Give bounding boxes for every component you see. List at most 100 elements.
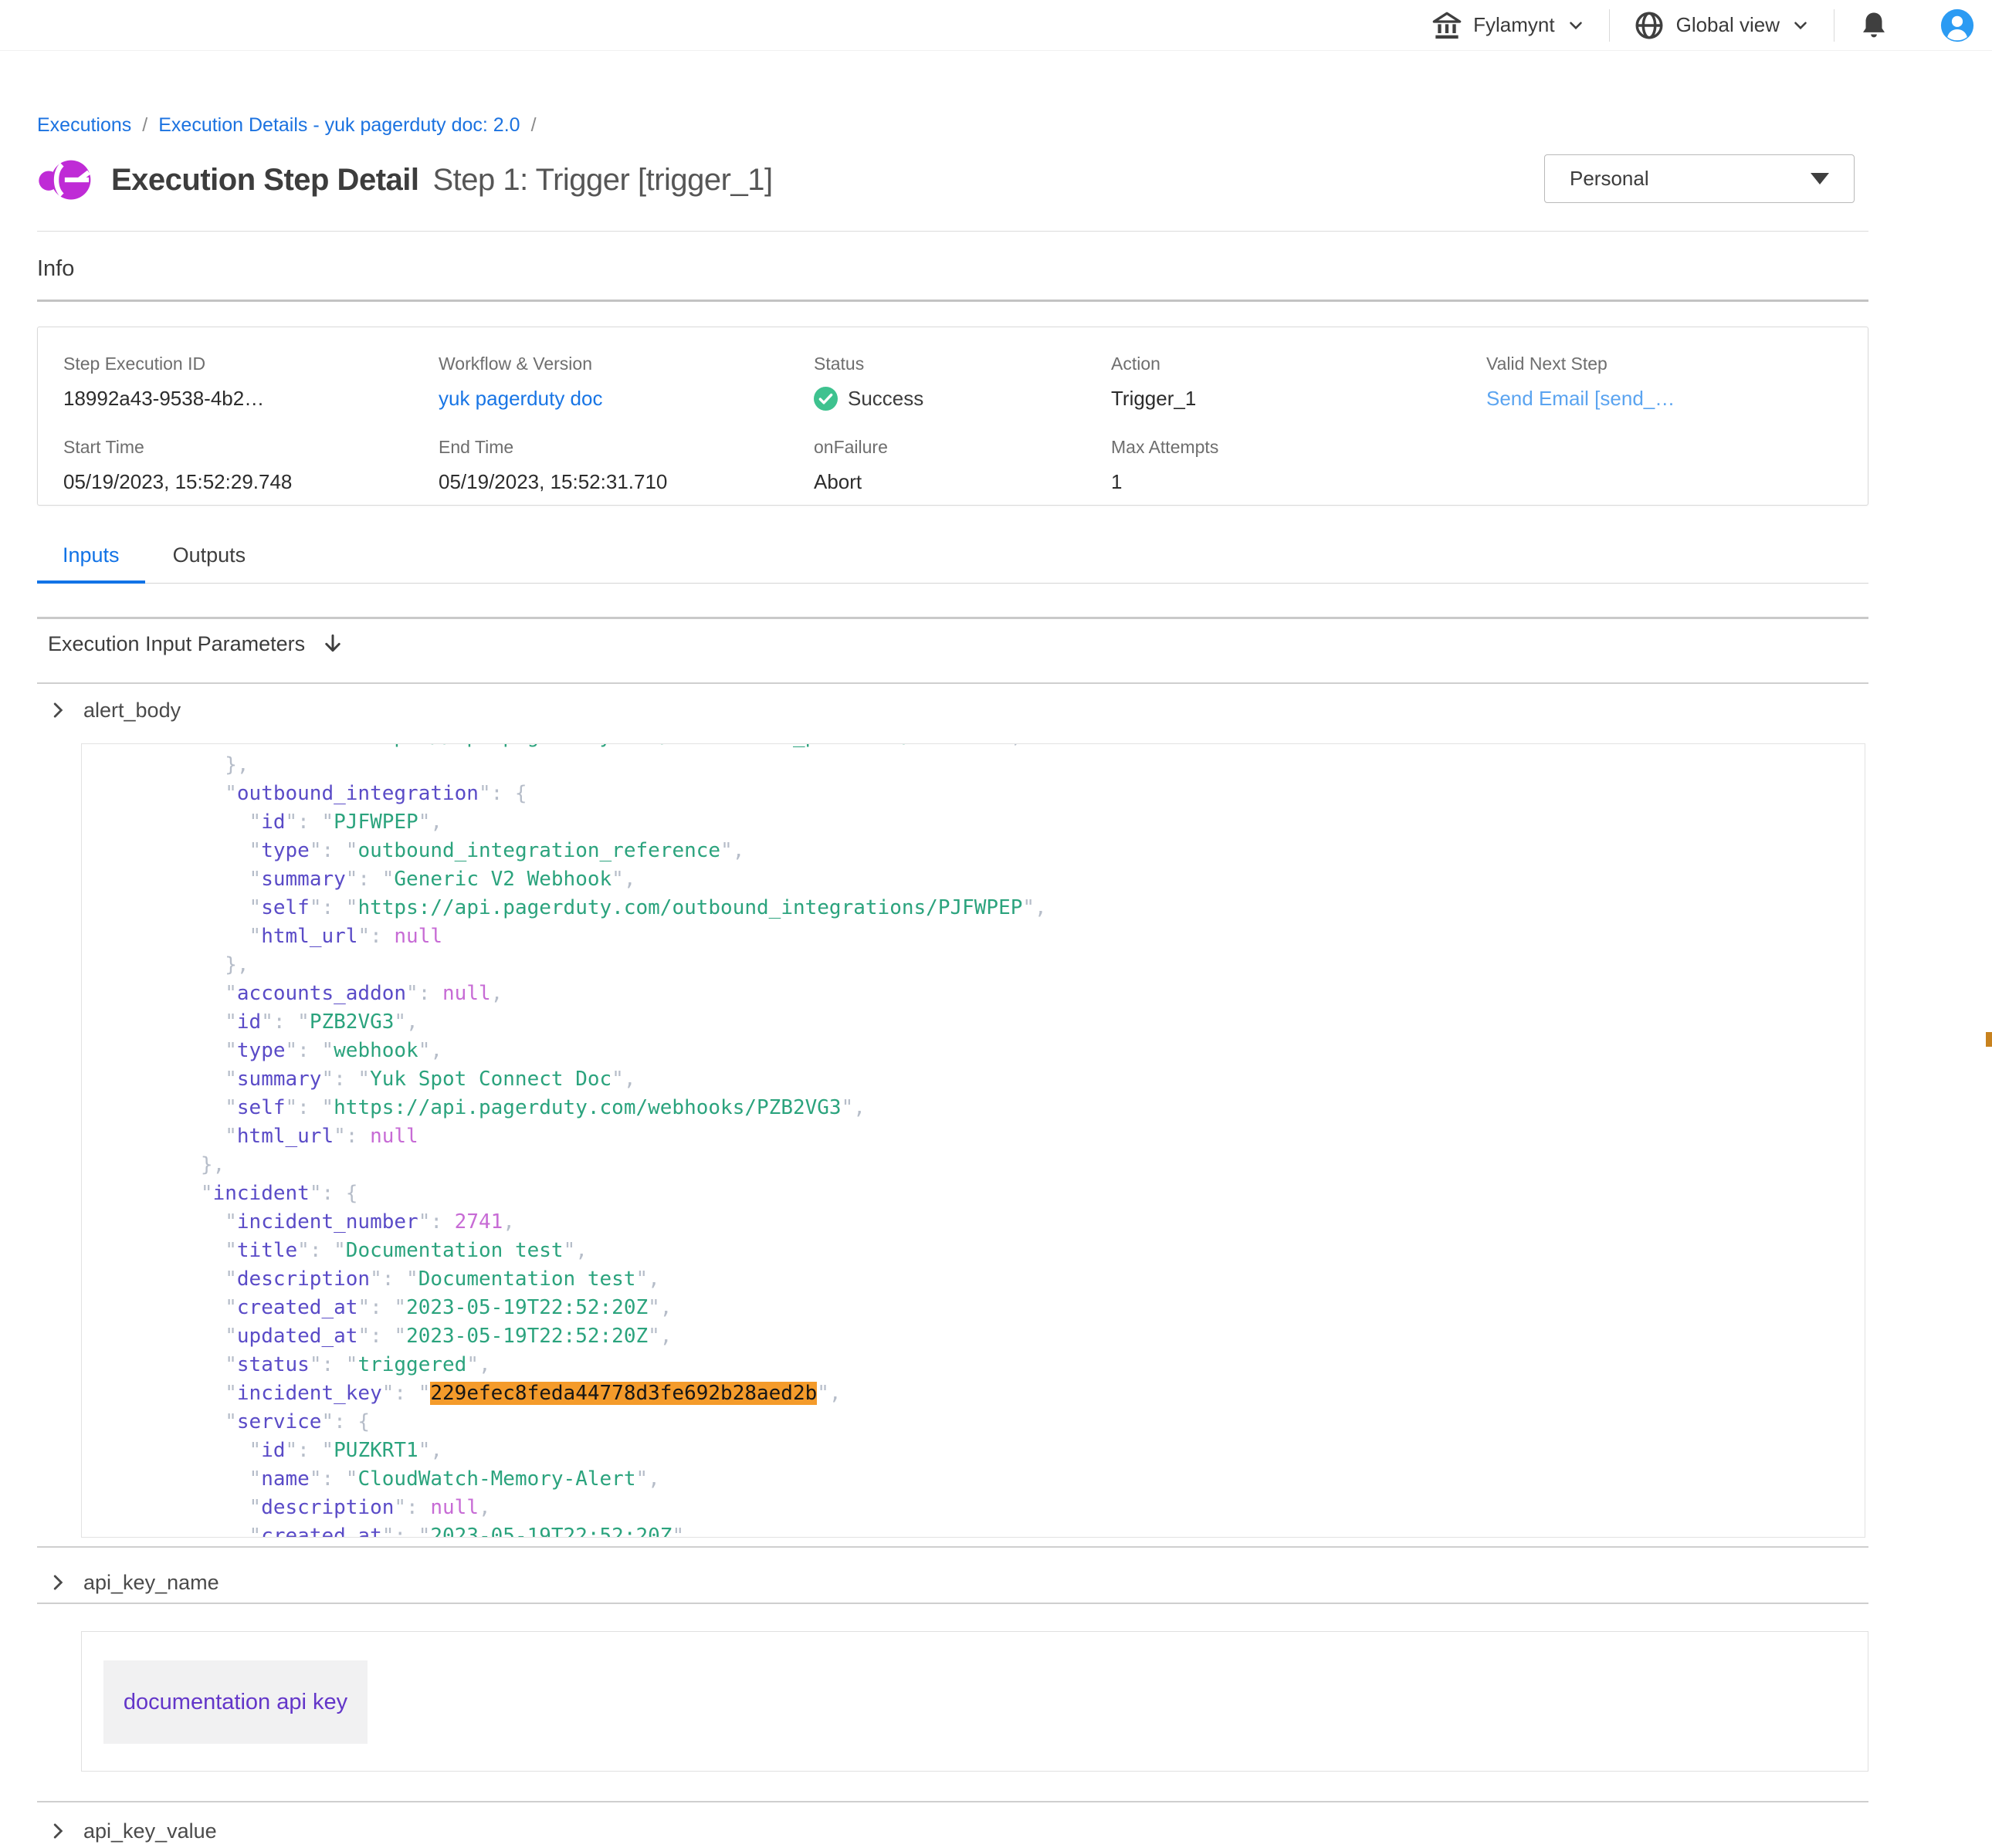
workflow-link[interactable]: yuk pagerduty doc <box>439 387 814 411</box>
divider <box>37 617 1868 619</box>
breadcrumb-executions[interactable]: Executions <box>37 114 131 137</box>
info-heading: Info <box>37 256 74 282</box>
code-line: "title": "Documentation test", <box>128 1237 1865 1265</box>
param-row-alert-body[interactable]: alert_body <box>48 693 181 727</box>
field-value: 05/19/2023, 15:52:29.748 <box>63 470 439 494</box>
header-divider <box>1609 9 1610 42</box>
api-key-name-value-panel: documentation api key <box>81 1631 1868 1772</box>
divider <box>37 300 1868 302</box>
code-line: "updated_at": "2023-05-19T22:52:20Z", <box>128 1322 1865 1351</box>
scrollbar-search-marker <box>1986 1032 1992 1047</box>
param-row-api-key-value[interactable]: api_key_value <box>48 1814 217 1848</box>
field-value: 05/19/2023, 15:52:31.710 <box>439 470 814 494</box>
param-row-label: alert_body <box>83 699 181 723</box>
field-label: onFailure <box>814 437 1111 458</box>
code-line: "status": "triggered", <box>128 1351 1865 1379</box>
org-switcher[interactable]: Fylamynt <box>1431 10 1585 41</box>
field-action: Action Trigger_1 <box>1111 354 1486 411</box>
field-label: Status <box>814 354 1111 374</box>
field-label: Valid Next Step <box>1486 354 1868 374</box>
divider <box>37 1546 1868 1548</box>
code-line: }, <box>128 951 1865 980</box>
view-switcher[interactable]: Global view <box>1633 9 1811 42</box>
field-label: End Time <box>439 437 814 458</box>
code-line: "created_at": "2023-05-19T22:52:20Z", <box>128 1294 1865 1322</box>
select-arrow-icon <box>1811 173 1829 184</box>
field-end-time: End Time 05/19/2023, 15:52:31.710 <box>439 437 814 494</box>
info-card: Step Execution ID 18992a43-9538-4b2… Wor… <box>37 327 1868 506</box>
code-line: "description": "Documentation test", <box>128 1265 1865 1294</box>
code-line: "self": "https://api.pagerduty.com/webho… <box>128 1094 1865 1122</box>
code-line: }, <box>128 1151 1865 1180</box>
code-line: "summary": "Yuk Spot Connect Doc", <box>128 1065 1865 1094</box>
code-line: "incident": { <box>128 1180 1865 1208</box>
code-block-pre: "self": "https://api.pagerduty.com/escal… <box>82 743 1865 1538</box>
code-line: "type": "webhook", <box>128 1037 1865 1065</box>
param-row-api-key-name[interactable]: api_key_name <box>48 1565 219 1599</box>
field-value: Abort <box>814 470 1111 494</box>
api-key-chip[interactable]: documentation api key <box>103 1660 368 1744</box>
divider <box>37 1801 1868 1802</box>
field-start-time: Start Time 05/19/2023, 15:52:29.748 <box>63 437 439 494</box>
tab-outputs[interactable]: Outputs <box>145 539 274 584</box>
json-code-viewer[interactable]: "self": "https://api.pagerduty.com/escal… <box>81 743 1865 1538</box>
code-line: "name": "CloudWatch-Memory-Alert", <box>128 1465 1865 1494</box>
code-line: "incident_number": 2741, <box>128 1208 1865 1237</box>
page-subtitle: Step 1: Trigger [trigger_1] <box>432 163 772 198</box>
breadcrumb-separator: / <box>531 114 537 137</box>
field-label: Step Execution ID <box>63 354 439 374</box>
divider <box>37 682 1868 684</box>
field-valid-next-step: Valid Next Step Send Email [send_… <box>1486 354 1868 411</box>
search-highlight: 229efec8feda44778d3fe692b28aed2b <box>430 1382 817 1405</box>
field-status: Status Success <box>814 354 1111 411</box>
code-line: "html_url": null <box>128 1122 1865 1151</box>
execution-input-parameters-header: Execution Input Parameters <box>48 631 345 656</box>
page-title: Execution Step Detail <box>111 163 418 198</box>
page-header: Execution Step Detail Step 1: Trigger [t… <box>37 156 773 204</box>
chevron-right-icon <box>48 700 68 720</box>
field-step-execution-id: Step Execution ID 18992a43-9538-4b2… <box>63 354 439 411</box>
code-line: "outbound_integration": { <box>128 780 1865 808</box>
breadcrumb-separator: / <box>142 114 147 137</box>
field-workflow-version: Workflow & Version yuk pagerduty doc <box>439 354 814 411</box>
next-step-link[interactable]: Send Email [send_… <box>1486 387 1868 411</box>
code-line: "accounts_addon": null, <box>128 980 1865 1008</box>
code-line: "id": "PJFWPEP", <box>128 808 1865 837</box>
workflow-logo-icon <box>37 156 94 204</box>
breadcrumb-execution-details[interactable]: Execution Details - yuk pagerduty doc: 2… <box>158 114 520 137</box>
param-row-label: api_key_value <box>83 1819 217 1843</box>
code-line: "html_url": null <box>128 922 1865 951</box>
code-line: "description": null, <box>128 1494 1865 1522</box>
code-line: "id": "PZB2VG3", <box>128 1008 1865 1037</box>
view-label: Global view <box>1676 13 1780 37</box>
api-key-chip-label: documentation api key <box>124 1690 347 1715</box>
user-avatar[interactable] <box>1939 8 1975 43</box>
field-label: Start Time <box>63 437 439 458</box>
scope-select[interactable]: Personal <box>1544 154 1855 203</box>
code-line: "created_at": "2023-05-19T22:52:20Z", <box>128 1522 1865 1538</box>
code-line: "type": "outbound_integration_reference"… <box>128 837 1865 865</box>
code-line: "service": { <box>128 1408 1865 1437</box>
field-on-failure: onFailure Abort <box>814 437 1111 494</box>
field-label: Action <box>1111 354 1486 374</box>
tab-inputs[interactable]: Inputs <box>37 539 145 584</box>
code-line: "self": "https://api.pagerduty.com/outbo… <box>128 894 1865 922</box>
field-label: Workflow & Version <box>439 354 814 374</box>
code-line: "id": "PUZKRT1", <box>128 1437 1865 1465</box>
code-line: "summary": "Generic V2 Webhook", <box>128 865 1865 894</box>
success-check-icon <box>814 387 838 411</box>
divider <box>37 1603 1868 1604</box>
tab-bar: Inputs Outputs <box>37 539 1868 584</box>
breadcrumb: Executions / Execution Details - yuk pag… <box>37 114 537 137</box>
field-value: 18992a43-9538-4b2… <box>63 387 439 411</box>
field-label: Max Attempts <box>1111 437 1486 458</box>
scope-select-value: Personal <box>1570 167 1649 191</box>
chevron-right-icon <box>48 1572 68 1592</box>
chevron-right-icon <box>48 1821 68 1841</box>
code-line: "incident_key": "229efec8feda44778d3fe69… <box>128 1379 1865 1408</box>
arrow-down-icon[interactable] <box>320 631 345 656</box>
org-label: Fylamynt <box>1473 13 1554 37</box>
code-line: }, <box>128 751 1865 780</box>
notifications-bell-icon[interactable] <box>1858 9 1890 42</box>
chevron-down-icon <box>1566 15 1586 36</box>
